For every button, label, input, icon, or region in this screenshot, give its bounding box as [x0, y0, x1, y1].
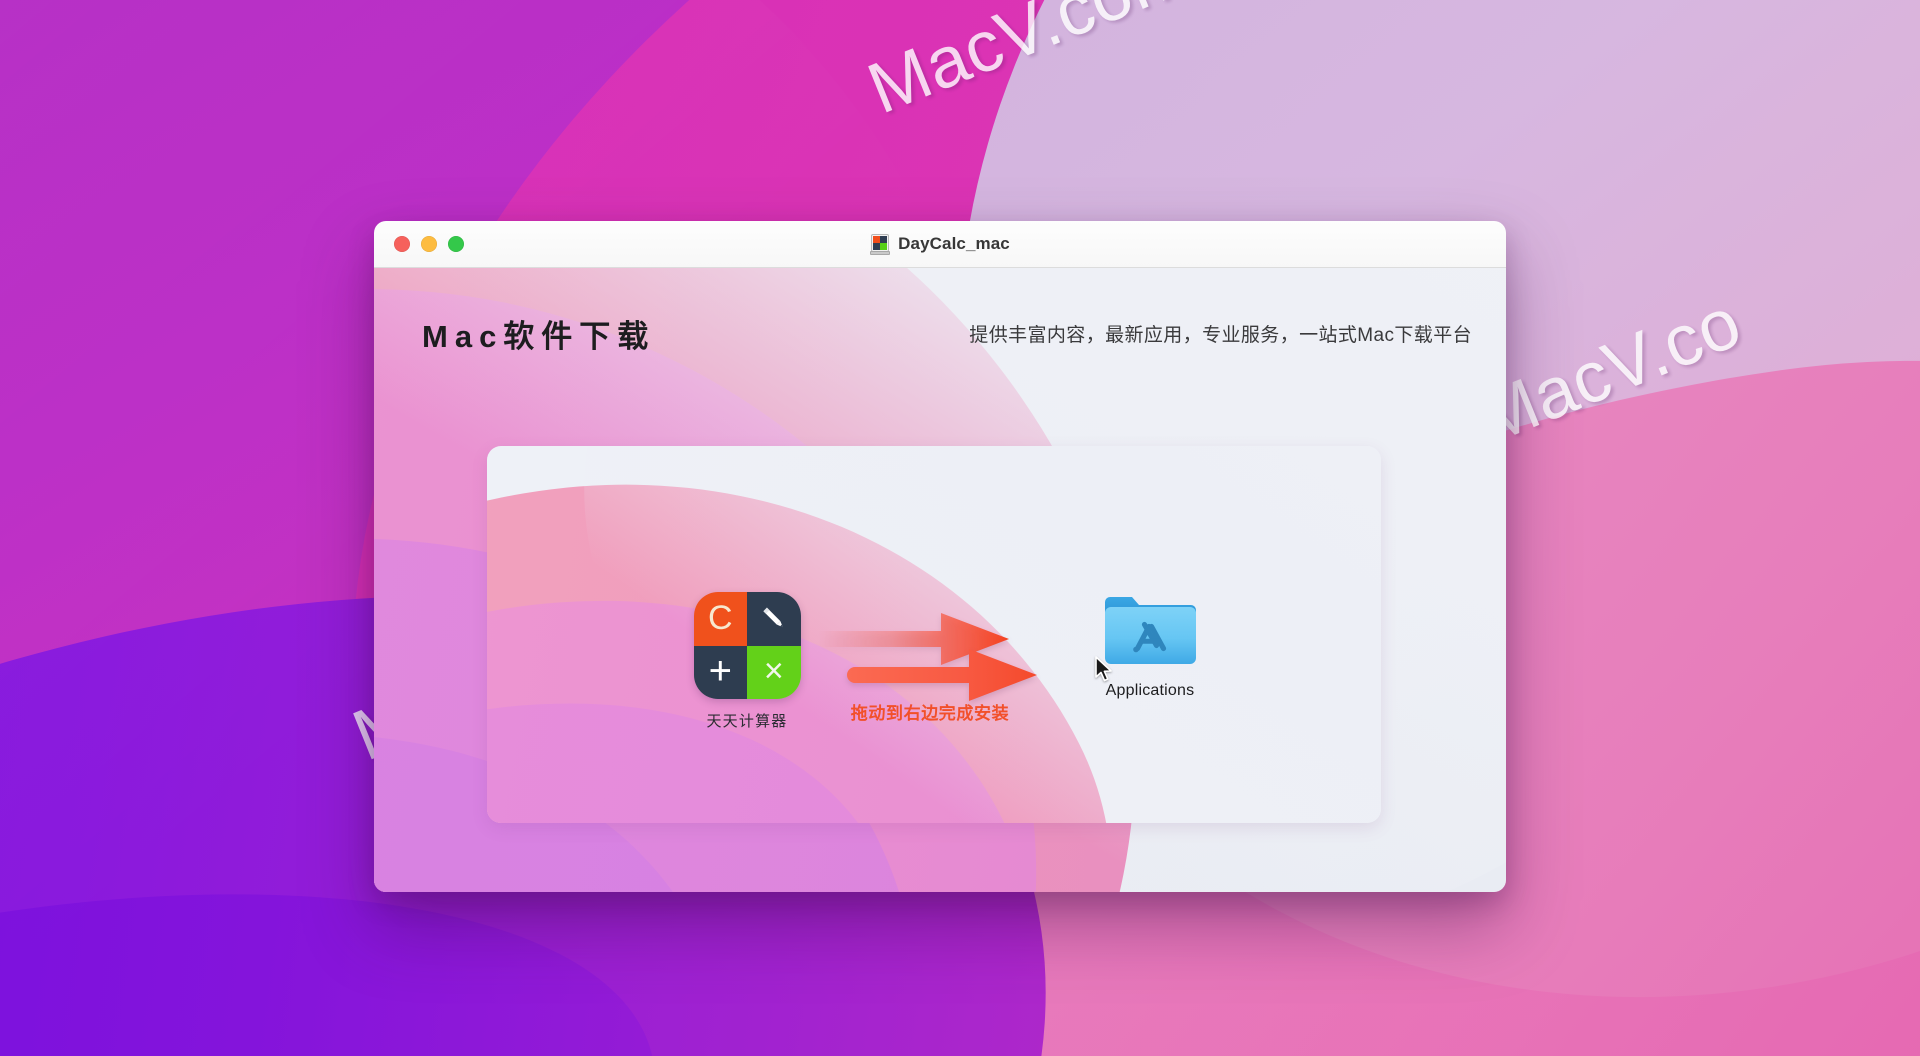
close-button[interactable]: [394, 236, 410, 252]
window-title-group: DayCalc_mac: [374, 221, 1506, 267]
dmg-window-body: Mac软件下载 提供丰富内容，最新应用，专业服务，一站式Mac下载平台 C + …: [374, 268, 1506, 892]
drag-arrow-group: 拖动到右边完成安装: [819, 611, 1039, 723]
traffic-light-group: [394, 236, 464, 252]
dmg-header: Mac软件下载 提供丰富内容，最新应用，专业服务，一站式Mac下载平台: [374, 268, 1506, 398]
minimize-button[interactable]: [421, 236, 437, 252]
drag-hint-label: 拖动到右边完成安装: [850, 704, 1010, 723]
install-panel: C + × 天天计算器 拖动到右边完成安装 Applications: [487, 446, 1381, 823]
brand-tagline: 提供丰富内容，最新应用，专业服务，一站式Mac下载平台: [969, 324, 1472, 346]
applications-drop-target[interactable]: Applications: [1075, 586, 1225, 700]
pencil-icon: [763, 607, 783, 627]
plus-glyph: +: [708, 648, 732, 693]
app-name-label: 天天计算器: [706, 713, 788, 730]
applications-label: Applications: [1105, 682, 1195, 699]
dmg-installer-window: DayCalc_mac Mac软件下载 提供丰富内容，最新应用，专业服务，一站式…: [374, 221, 1506, 892]
applications-folder-icon[interactable]: [1102, 586, 1199, 668]
zoom-button[interactable]: [448, 236, 464, 252]
app-icon-quadrant-plus: +: [693, 645, 747, 699]
mouse-cursor-icon: [1094, 656, 1112, 682]
daycalc-app-icon[interactable]: C + ×: [693, 592, 801, 699]
window-titlebar[interactable]: DayCalc_mac: [374, 221, 1506, 268]
app-icon-quadrant-multiply: ×: [747, 645, 801, 699]
app-icon-group[interactable]: C + × 天天计算器: [689, 592, 805, 731]
disk-image-icon: [870, 233, 891, 255]
multiply-glyph: ×: [763, 652, 784, 691]
app-icon-quadrant-clear: C: [693, 592, 747, 646]
window-title: DayCalc_mac: [898, 234, 1010, 253]
app-icon-quadrant-edit: [747, 592, 801, 646]
drag-arrow-solid-icon: [847, 649, 1037, 701]
clear-glyph: C: [707, 598, 733, 637]
brand-title: Mac软件下载: [422, 318, 656, 354]
